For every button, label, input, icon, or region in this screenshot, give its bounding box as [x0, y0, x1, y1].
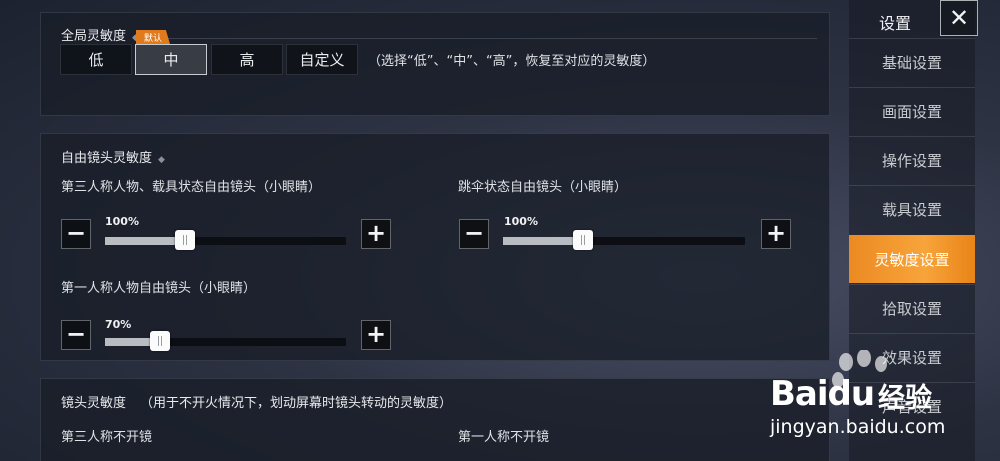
slider-knob[interactable] [174, 230, 195, 250]
baidu-url-text: jingyan.baidu.com [770, 416, 946, 438]
slider-value: 70% [105, 318, 132, 331]
free-look-panel: 自由镜头灵敏度 ◆ 第三人称人物、载具状态自由镜头（小眼睛） 跳伞状态自由镜头（小… [40, 133, 830, 361]
slider-value: 100% [105, 215, 139, 228]
plus-button[interactable]: + [361, 219, 391, 249]
sidebar-item-sensitivity[interactable]: 灵敏度设置 [849, 235, 975, 283]
plus-button[interactable]: + [761, 219, 791, 249]
slider-label-parachute: 跳伞状态自由镜头（小眼睛） [458, 180, 628, 195]
sidebar-item-pickup[interactable]: 拾取设置 [849, 284, 975, 332]
mode-high-button[interactable]: 高 [211, 44, 283, 75]
plus-button[interactable]: + [361, 320, 391, 350]
baidu-logo-text: Baidu [770, 374, 875, 414]
third-person-no-scope-label: 第三人称不开镜 [61, 430, 153, 445]
slider-knob[interactable] [150, 331, 171, 351]
global-sensitivity-title: 全局灵敏度 ◆ [61, 29, 139, 44]
camera-sensitivity-note: （用于不开火情况下，划动屏幕时镜头转动的灵敏度） [140, 396, 453, 411]
baidu-jingyan-text: 经验 [878, 383, 932, 414]
sidebar-item-controls[interactable]: 操作设置 [849, 136, 975, 184]
mode-hint-text: （选择“低”、“中”、“高”，恢复至对应的灵敏度） [368, 54, 656, 69]
slider-knob[interactable] [572, 230, 593, 250]
first-person-no-scope-label: 第一人称不开镜 [458, 430, 550, 445]
slider-label-first-person: 第一人称人物自由镜头（小眼睛） [61, 281, 257, 296]
first-person-slider[interactable] [105, 331, 346, 351]
divider [159, 38, 817, 39]
mode-low-button[interactable]: 低 [60, 44, 132, 75]
settings-title: 设置 [879, 14, 912, 33]
diamond-icon: ◆ [158, 155, 165, 165]
global-sensitivity-panel: 全局灵敏度 ◆ 低 中 默认 高 自定义 （选择“低”、“中”、“高”，恢复至对应… [40, 12, 830, 116]
sidebar-item-vehicle[interactable]: 载具设置 [849, 185, 975, 233]
default-badge: 默认 [136, 30, 170, 44]
mode-medium-button[interactable]: 中 [135, 44, 207, 75]
minus-button[interactable]: − [459, 219, 489, 249]
free-look-title: 自由镜头灵敏度 ◆ [61, 151, 165, 166]
slider-label-third-person: 第三人称人物、载具状态自由镜头（小眼睛） [61, 180, 322, 195]
sidebar-item-basic[interactable]: 基础设置 [849, 38, 975, 86]
camera-sensitivity-panel: 镜头灵敏度 （用于不开火情况下，划动屏幕时镜头转动的灵敏度） 第三人称不开镜 第一… [40, 378, 830, 461]
close-icon[interactable]: ✕ [940, 0, 978, 36]
third-person-slider[interactable] [105, 230, 346, 250]
slider-value: 100% [504, 215, 538, 228]
parachute-slider[interactable] [503, 230, 745, 250]
mode-custom-button[interactable]: 自定义 [286, 44, 358, 75]
slider-fill [105, 237, 185, 245]
minus-button[interactable]: − [61, 320, 91, 350]
minus-button[interactable]: − [61, 219, 91, 249]
camera-sensitivity-title: 镜头灵敏度 （用于不开火情况下，划动屏幕时镜头转动的灵敏度） [61, 396, 453, 411]
sidebar-item-graphics[interactable]: 画面设置 [849, 87, 975, 135]
slider-fill [503, 237, 583, 245]
